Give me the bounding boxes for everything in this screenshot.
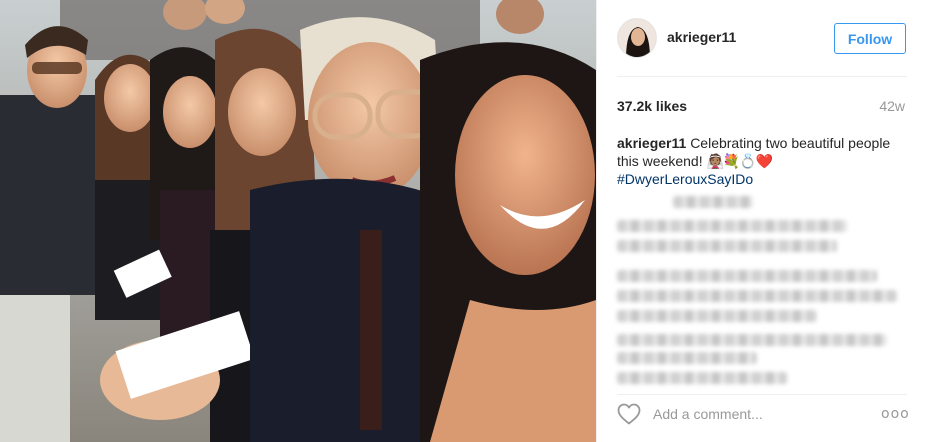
caption-emoji: 👰🏽💐💍❤️ <box>706 153 774 169</box>
blurred-comment-line <box>617 334 887 346</box>
avatar-image <box>618 19 656 57</box>
blurred-comment-line <box>617 352 757 364</box>
blurred-comment-line <box>617 310 817 322</box>
likes-count[interactable]: 37.2k likes <box>617 98 687 114</box>
blurred-comment-line <box>617 240 837 252</box>
heart-icon[interactable] <box>617 403 641 425</box>
caption-hashtag[interactable]: #DwyerLerouxSayIDo <box>617 170 913 188</box>
more-options-icon[interactable]: ooo <box>881 406 909 422</box>
profile-avatar[interactable] <box>617 18 657 58</box>
post-photo[interactable] <box>0 0 596 442</box>
post-header: akrieger11 Follow <box>597 0 926 76</box>
follow-button[interactable]: Follow <box>834 23 906 54</box>
post-photo-image <box>0 0 596 442</box>
caption-author[interactable]: akrieger11 <box>617 135 686 151</box>
post-details-panel: akrieger11 Follow 37.2k likes 42w akrieg… <box>596 0 926 442</box>
comments-divider <box>617 394 907 395</box>
blurred-comment-line <box>617 270 877 282</box>
blurred-comment-line <box>617 372 787 384</box>
blurred-comment-line <box>617 220 847 232</box>
blurred-comments <box>617 196 917 392</box>
blurred-comment-line <box>673 196 753 208</box>
post-username[interactable]: akrieger11 <box>667 29 736 45</box>
comment-input[interactable] <box>653 404 843 424</box>
post-caption: akrieger11 Celebrating two beautiful peo… <box>617 134 913 188</box>
blurred-comment-line <box>617 290 897 302</box>
header-divider <box>617 76 907 77</box>
post-age[interactable]: 42w <box>879 98 905 114</box>
comment-bar: ooo <box>617 402 909 426</box>
